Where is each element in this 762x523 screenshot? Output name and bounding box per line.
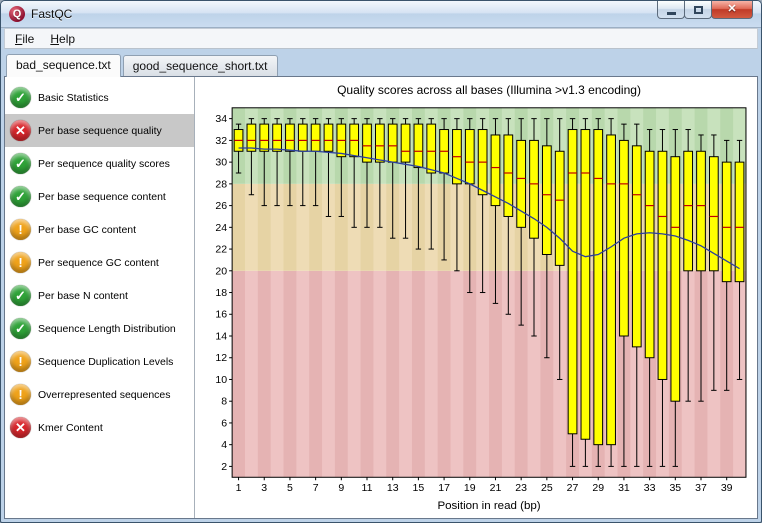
sidebar-item-sequence-duplication-levels[interactable]: ! Sequence Duplication Levels [5, 345, 194, 378]
svg-text:25: 25 [541, 483, 553, 494]
svg-text:13: 13 [387, 483, 399, 494]
fastqc-window: Q FastQC ✕ File Help bad_sequence.txt go… [0, 0, 762, 523]
sidebar-item-sequence-length-distribution[interactable]: ✓ Sequence Length Distribution [5, 312, 194, 345]
svg-text:20: 20 [215, 266, 227, 277]
sidebar-item-label: Sequence Length Distribution [38, 322, 176, 335]
minimize-icon [666, 11, 676, 15]
sidebar-item-overrepresented-sequences[interactable]: ! Overrepresented sequences [5, 378, 194, 411]
svg-text:2: 2 [221, 462, 227, 473]
sidebar-item-per-base-sequence-content[interactable]: ✓ Per base sequence content [5, 180, 194, 213]
maximize-icon [693, 5, 703, 14]
svg-text:21: 21 [490, 483, 502, 494]
svg-text:1: 1 [236, 483, 242, 494]
sidebar-item-per-base-gc-content[interactable]: ! Per base GC content [5, 213, 194, 246]
sidebar-item-label: Per sequence quality scores [38, 157, 170, 170]
pass-status-icon: ✓ [10, 186, 31, 207]
tab-bad-sequence[interactable]: bad_sequence.txt [6, 54, 121, 77]
svg-text:6: 6 [221, 418, 227, 429]
tab-bar: bad_sequence.txt good_sequence_short.txt [4, 49, 758, 77]
svg-text:19: 19 [464, 483, 476, 494]
svg-text:32: 32 [215, 136, 227, 147]
warn-status-icon: ! [10, 351, 31, 372]
minimize-button[interactable] [657, 1, 685, 19]
svg-text:39: 39 [721, 483, 733, 494]
svg-text:17: 17 [438, 483, 450, 494]
menu-file[interactable]: File [7, 30, 42, 48]
svg-text:8: 8 [221, 397, 227, 408]
pass-status-icon: ✓ [10, 153, 31, 174]
chart-panel: 2 4 6 8 10 12 14 16 18 20 22 24 26 28 30 32 34 1 3 5 7 9 11 13 1… [195, 77, 757, 518]
tab-good-sequence-short[interactable]: good_sequence_short.txt [122, 55, 278, 76]
sidebar-item-label: Basic Statistics [38, 91, 109, 104]
svg-text:15: 15 [413, 483, 425, 494]
sidebar: ✓ Basic Statistics ✕ Per base sequence qual… [5, 77, 195, 518]
sidebar-item-label: Overrepresented sequences [38, 388, 171, 401]
sidebar-item-label: Per sequence GC content [38, 256, 159, 269]
pass-status-icon: ✓ [10, 318, 31, 339]
title-bar[interactable]: Q FastQC ✕ [1, 1, 761, 28]
close-icon: ✕ [727, 3, 737, 15]
pass-status-icon: ✓ [10, 87, 31, 108]
sidebar-item-label: Per base GC content [38, 223, 137, 236]
svg-text:37: 37 [695, 483, 707, 494]
warn-status-icon: ! [10, 252, 31, 273]
svg-text:34: 34 [215, 114, 227, 125]
svg-text:24: 24 [215, 223, 227, 234]
sidebar-item-kmer-content[interactable]: ✕ Kmer Content [5, 411, 194, 444]
svg-text:35: 35 [669, 483, 681, 494]
window-controls: ✕ [657, 1, 753, 19]
svg-text:3: 3 [261, 483, 267, 494]
chart-title: Quality scores across all bases (Illumin… [337, 83, 641, 97]
svg-text:10: 10 [215, 375, 227, 386]
warn-status-icon: ! [10, 219, 31, 240]
sidebar-item-basic-statistics[interactable]: ✓ Basic Statistics [5, 81, 194, 114]
svg-text:4: 4 [221, 440, 227, 451]
pass-status-icon: ✓ [10, 285, 31, 306]
maximize-button[interactable] [684, 1, 712, 19]
window-body: File Help bad_sequence.txt good_sequence… [4, 28, 758, 519]
sidebar-item-per-sequence-quality-scores[interactable]: ✓ Per sequence quality scores [5, 147, 194, 180]
quality-boxplot-chart: 2468101214161820222426283032341 3 5 7 9 11 13 1… [215, 83, 747, 512]
sidebar-item-label: Per base sequence content [38, 190, 166, 203]
sidebar-item-label: Sequence Duplication Levels [38, 355, 174, 368]
svg-text:5: 5 [287, 483, 293, 494]
svg-text:14: 14 [215, 332, 227, 343]
sidebar-item-per-sequence-gc-content[interactable]: ! Per sequence GC content [5, 246, 194, 279]
close-button[interactable]: ✕ [711, 1, 753, 19]
svg-text:26: 26 [215, 201, 227, 212]
svg-text:31: 31 [618, 483, 630, 494]
svg-text:30: 30 [215, 158, 227, 169]
sidebar-item-label: Kmer Content [38, 421, 103, 434]
svg-text:28: 28 [215, 179, 227, 190]
window-title: FastQC [31, 7, 73, 21]
svg-text:11: 11 [362, 483, 373, 494]
svg-text:33: 33 [644, 483, 656, 494]
fail-status-icon: ✕ [10, 417, 31, 438]
svg-text:16: 16 [215, 310, 227, 321]
sidebar-item-per-base-n-content[interactable]: ✓ Per base N content [5, 279, 194, 312]
svg-text:22: 22 [215, 245, 227, 256]
fail-status-icon: ✕ [10, 120, 31, 141]
svg-text:18: 18 [215, 288, 227, 299]
sidebar-item-label: Per base N content [38, 289, 128, 302]
chart-background-zones [232, 107, 747, 478]
x-axis-label: Position in read (bp) [437, 500, 540, 512]
svg-text:7: 7 [313, 483, 319, 494]
svg-text:23: 23 [515, 483, 527, 494]
svg-text:12: 12 [215, 353, 227, 364]
svg-text:29: 29 [592, 483, 604, 494]
svg-text:9: 9 [338, 483, 344, 494]
menu-bar: File Help [4, 28, 758, 49]
main-content: ✓ Basic Statistics ✕ Per base sequence qual… [4, 76, 758, 519]
svg-text:27: 27 [567, 483, 579, 494]
fastqc-app-icon: Q [9, 6, 25, 22]
sidebar-item-label: Per base sequence quality [38, 124, 162, 137]
warn-status-icon: ! [10, 384, 31, 405]
menu-help[interactable]: Help [42, 30, 83, 48]
sidebar-item-per-base-sequence-quality[interactable]: ✕ Per base sequence quality [5, 114, 194, 147]
